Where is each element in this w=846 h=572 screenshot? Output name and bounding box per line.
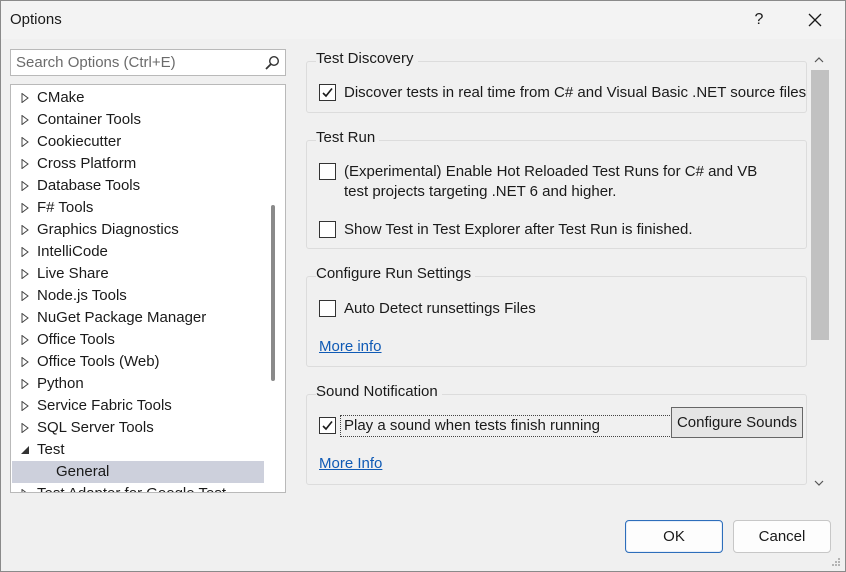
close-icon: [808, 13, 822, 27]
tree-item-label: Cookiecutter: [37, 133, 122, 150]
expand-arrow-icon[interactable]: [20, 489, 30, 493]
tree-item-python[interactable]: Python: [12, 373, 264, 395]
expand-arrow-icon[interactable]: [20, 115, 30, 125]
help-button[interactable]: ?: [739, 5, 779, 35]
tree-item-label: IntelliCode: [37, 243, 108, 260]
tree-item-label: Test: [37, 441, 65, 458]
expand-arrow-icon[interactable]: [20, 225, 30, 235]
close-button[interactable]: [795, 5, 835, 35]
tree-item-container-tools[interactable]: Container Tools: [12, 109, 264, 131]
expand-arrow-icon[interactable]: [20, 203, 30, 213]
tree-scrollbar-thumb[interactable]: [271, 205, 275, 381]
show-test-label: Show Test in Test Explorer after Test Ru…: [344, 221, 693, 238]
sound-more-info-link[interactable]: More Info: [319, 455, 382, 472]
discover-realtime-checkbox[interactable]: [319, 84, 336, 101]
options-scrollbar-thumb[interactable]: [811, 70, 829, 340]
expand-arrow-icon[interactable]: [20, 335, 30, 345]
hot-reload-checkbox[interactable]: [319, 163, 336, 180]
run-settings-group: Configure Run Settings Auto Detect runse…: [306, 265, 807, 367]
expand-arrow-icon[interactable]: [20, 93, 30, 103]
tree-item-label: NuGet Package Manager: [37, 309, 207, 326]
tree-item-intellicode[interactable]: IntelliCode: [12, 241, 264, 263]
play-sound-label: Play a sound when tests finish running: [344, 417, 600, 434]
expand-arrow-icon[interactable]: [20, 247, 30, 257]
search-box: [10, 49, 286, 76]
tree-item-cross-platform[interactable]: Cross Platform: [12, 153, 264, 175]
resize-grip-icon[interactable]: [831, 557, 841, 567]
expand-arrow-icon[interactable]: [20, 423, 30, 433]
options-dialog: Options ? CMake Container Tools Cookiecu…: [0, 0, 846, 572]
run-settings-more-info-link[interactable]: More info: [319, 338, 382, 355]
group-title: Test Run: [316, 129, 380, 146]
tree-item-office-tools-web[interactable]: Office Tools (Web): [12, 351, 264, 373]
tree-item-label: Office Tools: [37, 331, 115, 348]
tree-item-nuget-package-manager[interactable]: NuGet Package Manager: [12, 307, 264, 329]
group-title: Configure Run Settings: [316, 265, 476, 282]
tree-item-test[interactable]: Test: [12, 439, 264, 461]
tree-item-database-tools[interactable]: Database Tools: [12, 175, 264, 197]
tree-item-cmake[interactable]: CMake: [12, 87, 264, 109]
discover-realtime-label: Discover tests in real time from C# and …: [344, 84, 807, 101]
tree-item-label: SQL Server Tools: [37, 419, 154, 436]
play-sound-checkbox[interactable]: [319, 417, 336, 434]
expand-arrow-icon[interactable]: [20, 313, 30, 323]
expand-arrow-icon[interactable]: [20, 159, 30, 169]
scroll-up-icon[interactable]: [812, 54, 826, 66]
checkmark-icon: [322, 88, 333, 98]
hot-reload-label: (Experimental) Enable Hot Reloaded Test …: [344, 163, 758, 200]
tree-item-test-general[interactable]: General: [12, 461, 264, 483]
expand-arrow-icon[interactable]: [20, 137, 30, 147]
tree-item-label: Graphics Diagnostics: [37, 221, 179, 238]
tree-item-label: Container Tools: [37, 111, 141, 128]
configure-sounds-button[interactable]: Configure Sounds: [671, 407, 803, 438]
tree-item-service-fabric-tools[interactable]: Service Fabric Tools: [12, 395, 264, 417]
tree-item-label: CMake: [37, 89, 85, 106]
tree-item-label: Test Adapter for Google Test: [37, 483, 226, 492]
group-title: Test Discovery: [316, 50, 418, 67]
search-input[interactable]: [11, 50, 259, 75]
window-title: Options: [10, 11, 62, 28]
tree-item-label: F# Tools: [37, 199, 94, 216]
tree-item-label: Python: [37, 375, 84, 392]
search-icon[interactable]: [264, 55, 280, 71]
title-bar: Options ?: [1, 1, 845, 39]
tree-item-label: Office Tools (Web): [37, 353, 160, 370]
tree-item-sql-server-tools[interactable]: SQL Server Tools: [12, 417, 264, 439]
tree-item-test-adapter-google-test[interactable]: Test Adapter for Google Test: [12, 483, 264, 493]
tree-item-live-share[interactable]: Live Share: [12, 263, 264, 285]
expand-arrow-icon[interactable]: [20, 379, 30, 389]
expand-arrow-icon[interactable]: [20, 401, 30, 411]
tree-item-label: Live Share: [37, 265, 109, 282]
expand-arrow-icon[interactable]: [20, 269, 30, 279]
tree-item-label: Database Tools: [37, 177, 141, 194]
expand-arrow-icon[interactable]: [20, 291, 30, 301]
auto-detect-checkbox[interactable]: [319, 300, 336, 317]
test-discovery-group: Test Discovery Discover tests in real ti…: [306, 50, 807, 113]
expand-arrow-icon[interactable]: [20, 357, 30, 367]
tree-item-graphics-diagnostics[interactable]: Graphics Diagnostics: [12, 219, 264, 241]
tree-item-label: Service Fabric Tools: [37, 397, 172, 414]
options-tree[interactable]: CMake Container Tools Cookiecutter Cross…: [10, 84, 286, 493]
tree-item-fsharp-tools[interactable]: F# Tools: [12, 197, 264, 219]
test-run-group: Test Run (Experimental) Enable Hot Reloa…: [306, 129, 807, 249]
cancel-button[interactable]: Cancel: [733, 520, 831, 553]
tree-item-cookiecutter[interactable]: Cookiecutter: [12, 131, 264, 153]
ok-button[interactable]: OK: [625, 520, 723, 553]
group-title: Sound Notification: [316, 383, 442, 400]
tree-item-nodejs-tools[interactable]: Node.js Tools: [12, 285, 264, 307]
show-test-checkbox[interactable]: [319, 221, 336, 238]
tree-item-office-tools[interactable]: Office Tools: [12, 329, 264, 351]
auto-detect-label: Auto Detect runsettings Files: [344, 300, 536, 317]
checkmark-icon: [322, 421, 333, 431]
sound-notification-group: Sound Notification Play a sound when tes…: [306, 383, 807, 485]
scroll-down-icon[interactable]: [812, 477, 826, 489]
tree-item-label: General: [56, 463, 110, 480]
tree-item-label: Node.js Tools: [37, 287, 127, 304]
expand-arrow-icon[interactable]: [20, 181, 30, 191]
collapse-arrow-icon[interactable]: [20, 445, 30, 455]
tree-item-label: Cross Platform: [37, 155, 137, 172]
